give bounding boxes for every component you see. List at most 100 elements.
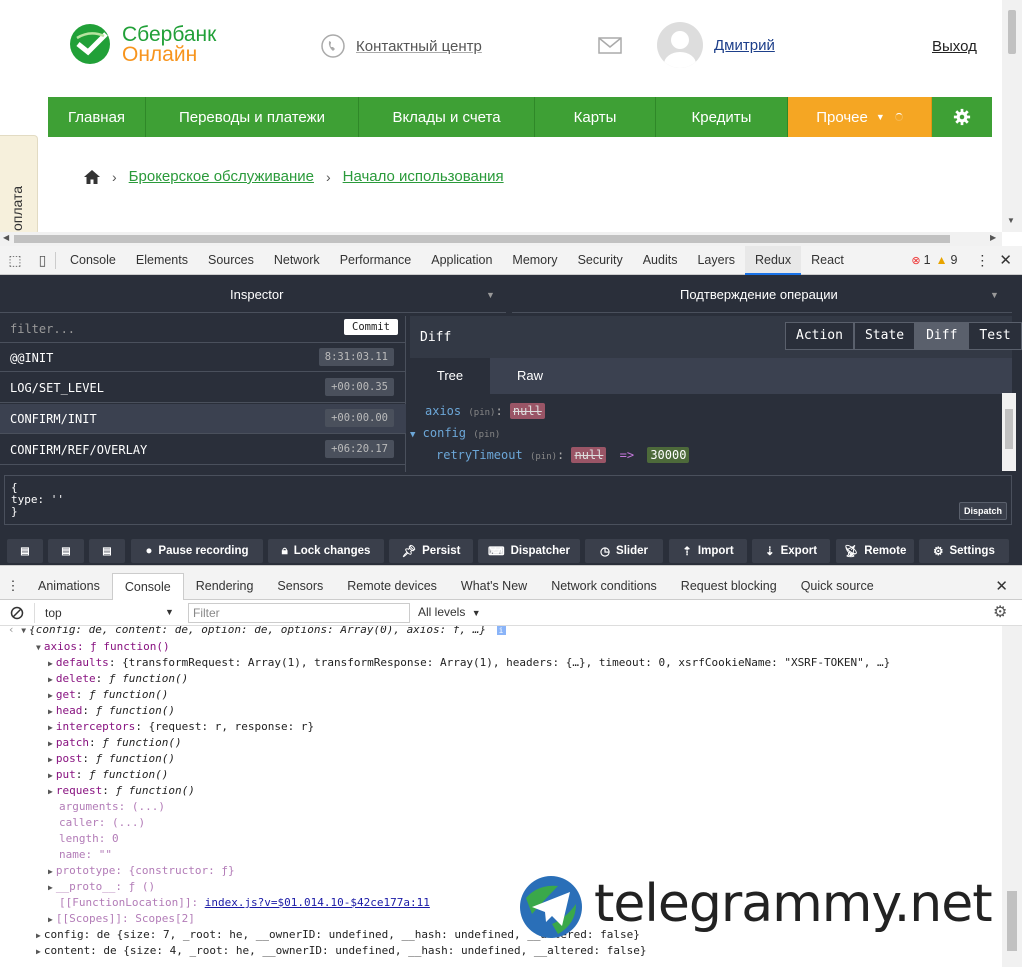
pause-recording-button[interactable]: ● Pause recording — [131, 539, 263, 563]
close-devtools-icon[interactable]: ✕ — [999, 251, 1012, 269]
devtools-tab-network[interactable]: Network — [264, 246, 330, 275]
drawer-tab-what-s-new[interactable]: What's New — [449, 573, 539, 600]
context-selector[interactable]: top ▼ — [34, 603, 180, 623]
avatar[interactable] — [657, 22, 703, 68]
contact-center-link[interactable]: Контактный центр — [356, 38, 482, 55]
dispatcher-button[interactable]: ⌨ Dispatcher — [478, 539, 580, 563]
commit-button[interactable]: Commit — [344, 319, 398, 335]
test-view-button[interactable]: Test — [968, 322, 1022, 350]
tree-row[interactable]: ▶ request: ƒ function() — [48, 784, 195, 797]
console-filter-input[interactable]: Filter — [188, 603, 410, 623]
clear-console-icon[interactable] — [10, 606, 24, 620]
drawer-menu-icon[interactable]: ⋮ — [0, 578, 26, 594]
tree-row[interactable]: ▼ axios: ƒ function() — [36, 640, 170, 653]
lock-changes-button[interactable]: 🔒︎ Lock changes — [268, 539, 384, 563]
devtools-tab-console[interactable]: Console — [60, 246, 126, 275]
close-drawer-icon[interactable]: ✕ — [995, 577, 1008, 595]
raw-tab[interactable]: Raw — [490, 358, 570, 394]
drawer-tab-rendering[interactable]: Rendering — [184, 573, 266, 600]
import-button[interactable]: ⇡ Import — [669, 539, 747, 563]
export-button[interactable]: ⇣ Export — [752, 539, 830, 563]
nav-item-cards[interactable]: Карты — [535, 97, 656, 137]
device-toolbar-icon[interactable]: ▯ — [30, 251, 56, 269]
property-line[interactable]: caller: (...) — [59, 816, 145, 829]
tree-node[interactable]: ▼ config (pin) — [410, 426, 500, 440]
filter-input[interactable]: filter... — [10, 322, 75, 336]
nav-item-main[interactable]: Главная — [48, 97, 146, 137]
logout-link[interactable]: Выход — [932, 38, 977, 55]
sberbank-logo[interactable]: Сбербанк Онлайн — [68, 22, 228, 66]
diff-scrollbar[interactable] — [1002, 393, 1016, 471]
tree-row[interactable]: ▶ head: ƒ function() — [48, 704, 175, 717]
drawer-tab-console[interactable]: Console — [111, 572, 184, 600]
drawer-tab-remote-devices[interactable]: Remote devices — [335, 573, 449, 600]
nav-settings-button[interactable] — [932, 97, 992, 137]
console-settings-icon[interactable]: ⚙ — [993, 602, 1007, 622]
tree-row[interactable]: ▶ post: ƒ function() — [48, 752, 175, 765]
page-vertical-scrollbar[interactable]: ▼ — [1002, 0, 1022, 232]
nav-item-credits[interactable]: Кредиты — [656, 97, 788, 137]
more-options-icon[interactable]: ⋮ — [975, 252, 989, 269]
drawer-tab-network-conditions[interactable]: Network conditions — [539, 573, 669, 600]
tree-row[interactable]: ▶ prototype: {constructor: ƒ} — [48, 864, 235, 877]
drawer-tab-sensors[interactable]: Sensors — [265, 573, 335, 600]
tree-row[interactable]: ▶ get: ƒ function() — [48, 688, 168, 701]
devtools-tab-elements[interactable]: Elements — [126, 246, 198, 275]
page-horizontal-scrollbar[interactable]: ◀ ▶ — [0, 232, 1002, 246]
tree-row[interactable]: ▶ content: de {size: 4, _root: he, __owne… — [36, 944, 646, 957]
tree-row[interactable]: ▶ defaults: {transformRequest: Array(1), … — [48, 656, 890, 669]
nav-item-other[interactable]: Прочее ▼ — [788, 97, 932, 137]
user-name-link[interactable]: Дмитрий — [714, 37, 775, 54]
settings-button[interactable]: ⚙ Settings — [919, 539, 1009, 563]
devtools-tab-redux[interactable]: Redux — [745, 245, 802, 275]
error-icon[interactable]: ⊗ — [911, 254, 920, 267]
tree-row[interactable]: ▶ put: ƒ function() — [48, 768, 168, 781]
slider-button[interactable]: ◷ Slider — [585, 539, 663, 563]
remote-button[interactable]: 📡︎ Remote — [836, 539, 914, 563]
console-entry[interactable]: ‹ ▼ {config: de, content: de, option: de,… — [8, 626, 506, 636]
log-levels-dropdown[interactable]: All levels ▼ — [418, 605, 481, 619]
action-row-selected[interactable]: CONFIRM/INIT +00:00.00 — [0, 404, 406, 434]
tree-tab[interactable]: Tree — [410, 358, 490, 394]
instance-header[interactable]: Подтверждение операции ▼ — [512, 275, 1012, 313]
action-row[interactable]: @@INIT 8:31:03.11 — [0, 342, 406, 372]
warning-icon[interactable]: ▲ — [936, 253, 948, 267]
nav-item-deposits[interactable]: Вклады и счета — [359, 97, 535, 137]
devtools-tab-audits[interactable]: Audits — [633, 246, 688, 275]
devtools-tab-react[interactable]: React — [801, 246, 854, 275]
drawer-tab-animations[interactable]: Animations — [26, 573, 112, 600]
devtools-tab-performance[interactable]: Performance — [330, 246, 422, 275]
home-icon[interactable] — [84, 169, 100, 184]
source-link[interactable]: index.js?v=$01.014.10-$42ce177a:11 — [205, 896, 430, 909]
console-scrollbar[interactable] — [1002, 626, 1022, 967]
side-payment-tab[interactable]: оплата — [0, 135, 38, 235]
devtools-tab-layers[interactable]: Layers — [687, 246, 745, 275]
devtools-tab-application[interactable]: Application — [421, 246, 502, 275]
dispatcher-editor[interactable]: { type: '' } Dispatch — [4, 475, 1012, 525]
nav-item-transfers[interactable]: Переводы и платежи — [146, 97, 359, 137]
diff-view-button[interactable]: Diff — [915, 322, 969, 350]
layout-bottom-button[interactable]: ▤ — [89, 539, 125, 563]
action-row[interactable]: CONFIRM/REF/OVERLAY +06:20.17 — [0, 435, 406, 465]
tree-node[interactable]: retryTimeout (pin): null => 30000 — [436, 447, 690, 463]
tree-row[interactable]: ▶ __proto__: ƒ () — [48, 880, 155, 893]
action-row[interactable]: LOG/SET_LEVEL +00:00.35 — [0, 373, 406, 403]
drawer-tab-request-blocking[interactable]: Request blocking — [669, 573, 789, 600]
action-view-button[interactable]: Action — [785, 322, 854, 350]
tree-row[interactable]: ▶ interceptors: {request: r, response: r} — [48, 720, 314, 733]
state-view-button[interactable]: State — [853, 322, 916, 350]
devtools-tab-memory[interactable]: Memory — [502, 246, 567, 275]
tree-row[interactable]: ▶ patch: ƒ function() — [48, 736, 182, 749]
property-line[interactable]: arguments: (...) — [59, 800, 165, 813]
tree-row[interactable]: ▶ [[Scopes]]: Scopes[2] — [48, 912, 195, 925]
dispatch-button[interactable]: Dispatch — [958, 502, 1007, 520]
devtools-tab-security[interactable]: Security — [568, 246, 633, 275]
tree-row[interactable]: ▶ delete: ƒ function() — [48, 672, 188, 685]
inspector-header[interactable]: Inspector ▼ — [0, 275, 506, 313]
layout-left-button[interactable]: ▤ — [7, 539, 43, 563]
tree-node[interactable]: axios (pin): null — [425, 403, 545, 419]
inspect-element-icon[interactable]: ⬚ — [0, 252, 30, 269]
persist-button[interactable]: 📌︎ Persist — [389, 539, 473, 563]
mail-icon[interactable] — [598, 37, 622, 54]
devtools-tab-sources[interactable]: Sources — [198, 246, 264, 275]
